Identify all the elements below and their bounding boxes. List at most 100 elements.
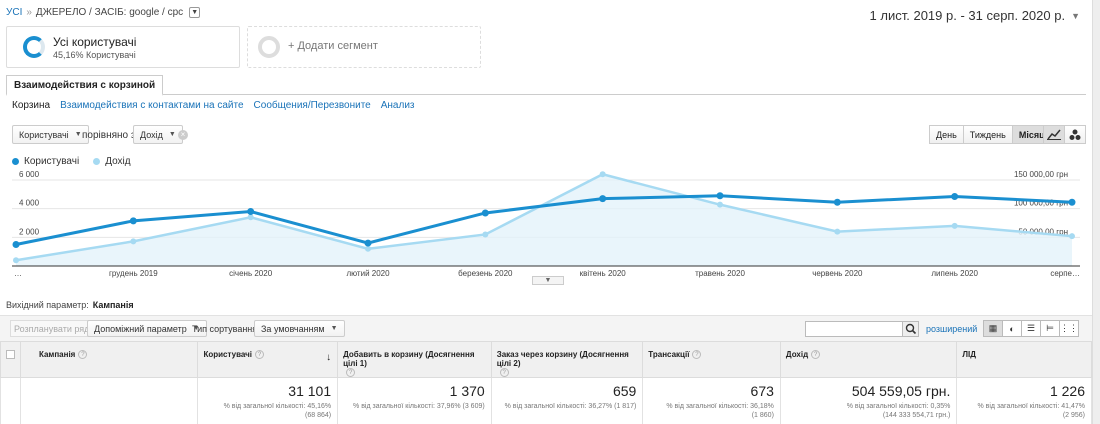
header-campaign[interactable]: Кампанія?: [19, 340, 199, 379]
table-toolbar: Розпланувати ряди Допоміжний параметр ▼ …: [0, 315, 1092, 341]
pivot-view-icon[interactable]: ⋮⋮: [1059, 320, 1079, 337]
legend-item-revenue: Дохід: [93, 156, 131, 167]
totals-percent: % від загальної кількості: 0,35% (144 333…: [846, 403, 951, 420]
legend-dot-icon: [12, 158, 19, 165]
totals-percent: % від загальної кількості: 41,47% (2 956): [977, 403, 1085, 420]
line-chart-icon[interactable]: [1043, 125, 1065, 144]
totals-value: 31 101: [288, 383, 332, 400]
segment-title: Усі користувачі: [53, 35, 137, 49]
pie-view-icon[interactable]: ◐: [1002, 320, 1022, 337]
subnav-messages[interactable]: Сообщения/Перезвоните: [254, 100, 371, 111]
chevron-down-icon[interactable]: ▼: [189, 7, 201, 18]
chart-resize-handle[interactable]: ▼: [532, 276, 564, 285]
table-view-toggle: ▦ ◐ ☰ ⊨ ⋮⋮: [983, 320, 1079, 337]
explorer-tabbar: Взаимодействия с корзиной: [6, 75, 1086, 96]
totals-leads-cell: 1 226 % від загальної кількості: 41,47% (2…: [956, 377, 1092, 424]
help-icon[interactable]: ?: [78, 350, 88, 360]
subnav-contacts[interactable]: Взаимодействия с контактами на сайте: [60, 100, 243, 111]
primary-dimension: Вихідний параметр: Кампанія: [6, 300, 134, 310]
breadcrumb-all-link[interactable]: УСІ: [6, 7, 22, 18]
help-icon[interactable]: ?: [499, 368, 509, 378]
header-label: Користувачі: [203, 350, 253, 359]
metric-primary-label: Користувачі: [19, 129, 69, 140]
segment-all-users[interactable]: Усі користувачі 45,16% Користувачі: [6, 26, 240, 68]
help-icon[interactable]: ?: [692, 350, 702, 360]
breadcrumb-source: ДЖЕРЕЛО / ЗАСІБ: google / cpc: [35, 7, 184, 18]
totals-empty-cell: [0, 377, 21, 424]
chevron-down-icon: ▼: [74, 131, 82, 138]
segment-ring-icon: [23, 36, 45, 58]
y-tick-label-right: 150 000,00 грн: [1014, 170, 1068, 179]
chart-legend: Користувачі Дохід: [12, 156, 131, 167]
data-point-users: [364, 239, 372, 247]
header-label: Дохід: [785, 350, 809, 359]
x-tick-label: грудень 2019: [109, 269, 158, 278]
header-cart-order[interactable]: Заказ через корзину (Досягнення цілі 2)?: [490, 340, 644, 379]
date-range-label: 1 лист. 2019 р. - 31 серп. 2020 р.: [869, 8, 1066, 23]
series-area-revenue: [16, 174, 1072, 266]
subnav-analysis[interactable]: Анализ: [381, 100, 415, 111]
date-range-picker[interactable]: 1 лист. 2019 р. - 31 серп. 2020 р. ▼: [870, 8, 1080, 23]
advanced-filter-link[interactable]: розширений: [926, 324, 977, 334]
metric-select-primary[interactable]: Користувачі ▼: [12, 125, 89, 144]
remove-compare-icon[interactable]: ×: [178, 130, 188, 140]
x-tick-label: серпе…: [1050, 269, 1080, 278]
performance-view-icon[interactable]: ☰: [1021, 320, 1041, 337]
y-tick-label-left: 6 000: [19, 170, 40, 179]
header-users[interactable]: Користувачі? ↓: [197, 340, 339, 379]
secondary-dimension-select[interactable]: Допоміжний параметр ▼: [87, 320, 207, 337]
table-view-icon[interactable]: ▦: [983, 320, 1003, 337]
data-point-users: [1068, 198, 1076, 206]
legend-label-revenue: Дохід: [105, 156, 131, 167]
data-point-revenue: [482, 231, 489, 238]
chevron-down-icon: ▼: [168, 131, 176, 138]
totals-value: 1 226: [1049, 383, 1085, 400]
totals-users-cell: 31 101 % від загальної кількості: 45,16%(…: [197, 377, 339, 424]
primary-dimension-label: Вихідний параметр:: [6, 300, 89, 310]
legend-dot-icon: [93, 158, 101, 165]
header-add-to-cart[interactable]: Добавить в корзину (Досягнення цілі 1)?: [337, 340, 492, 379]
header-label: ЛІД: [962, 350, 976, 359]
sort-desc-icon: ↓: [326, 352, 332, 363]
search-icon[interactable]: [902, 322, 918, 336]
subnav-cart[interactable]: Корзина: [12, 100, 50, 111]
period-week-button[interactable]: Тиждень: [962, 125, 1013, 144]
help-icon[interactable]: ?: [346, 368, 356, 378]
help-icon[interactable]: ?: [811, 350, 821, 360]
header-revenue[interactable]: Дохід?: [779, 340, 958, 379]
data-point-revenue: [834, 228, 841, 235]
header-label: Кампанія: [39, 350, 76, 359]
tab-cart-interactions[interactable]: Взаимодействия с корзиной: [6, 75, 164, 96]
data-point-revenue: [13, 257, 19, 264]
comparison-view-icon[interactable]: ⊨: [1040, 320, 1060, 337]
totals-percent: % від загальної кількості: 37,96% (3 609…: [353, 403, 485, 411]
period-day-button[interactable]: День: [929, 125, 964, 144]
primary-dimension-value[interactable]: Кампанія: [93, 300, 134, 310]
plot-rows-button[interactable]: Розпланувати ряди: [10, 320, 99, 337]
sort-type-select[interactable]: За умовчанням ▼: [254, 320, 345, 337]
checkbox[interactable]: [6, 350, 15, 359]
table-header-row: Кампанія? Користувачі? ↓ Добавить в корзи…: [0, 340, 1092, 379]
data-point-users: [129, 217, 137, 225]
sub-navigation: Корзина Взаимодействия с контактами на с…: [12, 100, 415, 111]
table-search-input[interactable]: [805, 321, 919, 337]
select-all-cell[interactable]: [0, 340, 21, 379]
data-point-users: [599, 195, 607, 203]
header-transactions[interactable]: Трансакції?: [642, 340, 781, 379]
x-tick-label: травень 2020: [695, 269, 745, 278]
data-point-revenue: [247, 214, 254, 221]
totals-cart-order-cell: 659 % від загальної кількості: 36,27% (1 …: [490, 377, 644, 424]
add-segment-button[interactable]: + Додати сегмент: [247, 26, 481, 68]
help-icon[interactable]: ?: [255, 350, 265, 360]
totals-percent: % від загальної кількості: 36,27% (1 817…: [504, 403, 637, 411]
sort-type-label: Тип сортування:: [192, 324, 260, 334]
header-leads[interactable]: ЛІД: [956, 340, 1092, 379]
x-tick-label: червень 2020: [812, 269, 863, 278]
metric-select-secondary[interactable]: Дохід ▼: [133, 125, 183, 144]
x-tick-label: січень 2020: [229, 269, 273, 278]
totals-value: 504 559,05 грн.: [851, 383, 951, 400]
motion-chart-icon[interactable]: [1064, 125, 1086, 144]
totals-value: 673: [750, 383, 774, 400]
chevron-down-icon: ▼: [1071, 10, 1080, 21]
page-scrollbar[interactable]: [1092, 0, 1100, 424]
